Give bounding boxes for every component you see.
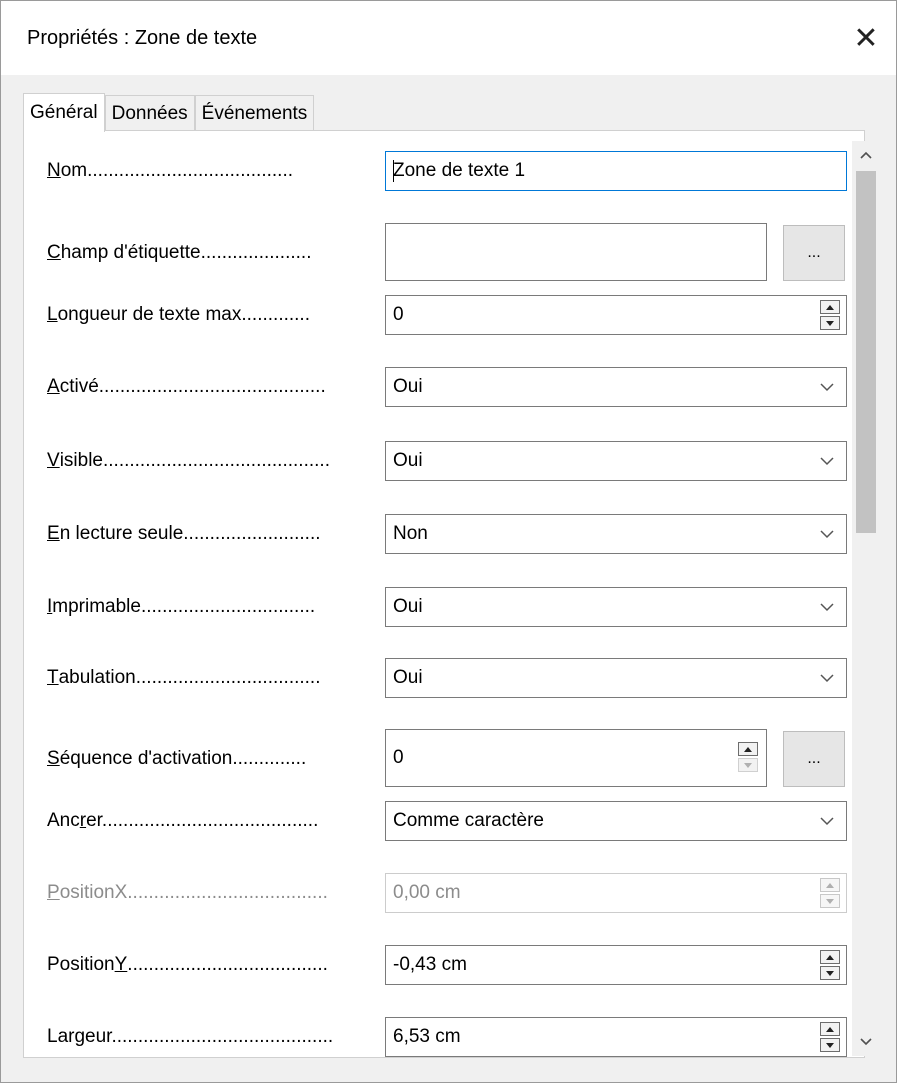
champ-etiquette-input[interactable]: [385, 223, 767, 281]
properties-dialog: Propriétés : Zone de texte ✕ Général Don…: [0, 0, 897, 1083]
scroll-down-icon[interactable]: [852, 1028, 880, 1056]
lecture-seule-label: En lecture seule........................…: [47, 523, 321, 544]
spin-up-icon[interactable]: [820, 1022, 840, 1036]
tab-evenements[interactable]: Événements: [194, 95, 315, 132]
spin-up-icon[interactable]: [820, 300, 840, 314]
row-longueur: Longueur de texte max............. 0: [24, 295, 854, 335]
ancrer-label: Anc r er..................................…: [47, 810, 319, 831]
spin-down-icon: [820, 894, 840, 908]
visible-select[interactable]: Oui: [385, 441, 847, 481]
scrollbar-thumb[interactable]: [856, 171, 876, 533]
tabulation-select[interactable]: Oui: [385, 658, 847, 698]
spin-up-icon[interactable]: [820, 950, 840, 964]
chevron-down-icon[interactable]: [813, 807, 841, 835]
position-x-spinner: [820, 878, 840, 908]
row-champ-etiquette: Champ d'étiquette..................... .…: [24, 223, 854, 283]
row-active: Activé..................................…: [24, 367, 854, 407]
sequence-browse-button[interactable]: ...: [783, 731, 845, 787]
vertical-scrollbar[interactable]: [852, 141, 880, 1056]
spin-down-icon[interactable]: [820, 1038, 840, 1052]
lecture-seule-select[interactable]: Non: [385, 514, 847, 554]
title-bar: Propriétés : Zone de texte ✕: [1, 1, 896, 75]
tab-donnees[interactable]: Données: [104, 95, 195, 132]
chevron-down-icon[interactable]: [813, 520, 841, 548]
chevron-down-icon[interactable]: [813, 373, 841, 401]
row-nom: Nom.....................................…: [24, 151, 854, 191]
largeur-spinner[interactable]: [820, 1022, 840, 1052]
largeur-label: Largeur.................................…: [47, 1026, 334, 1047]
active-label: Activé..................................…: [47, 376, 326, 397]
tabulation-label: Tabulation..............................…: [47, 667, 321, 688]
position-y-label: Position Y...............................…: [47, 954, 328, 975]
chevron-down-icon[interactable]: [813, 664, 841, 692]
largeur-spin-field[interactable]: 6,53 cm: [385, 1017, 847, 1057]
champ-etiquette-browse-button[interactable]: ...: [783, 225, 845, 281]
sequence-spinner[interactable]: [738, 742, 758, 772]
close-button[interactable]: ✕: [836, 1, 896, 75]
nom-label: Nom.....................................…: [47, 160, 294, 181]
longueur-spinner[interactable]: [820, 300, 840, 330]
longueur-label: Longueur de texte max.............: [47, 304, 310, 325]
scroll-up-icon[interactable]: [852, 141, 880, 169]
row-largeur: Largeur.................................…: [24, 1017, 854, 1057]
spin-up-icon: [820, 878, 840, 892]
tab-general[interactable]: Général: [23, 93, 105, 132]
position-x-label: PositionX...............................…: [47, 882, 328, 903]
row-visible: Visible.................................…: [24, 441, 854, 481]
row-ancrer: Anc r er..................................…: [24, 801, 854, 841]
close-icon: ✕: [853, 21, 879, 55]
row-tabulation: Tabulation..............................…: [24, 658, 854, 698]
position-y-spin-field[interactable]: -0,43 cm: [385, 945, 847, 985]
position-x-spin-field: 0,00 cm: [385, 873, 847, 913]
row-imprimable: Imprimable..............................…: [24, 587, 854, 627]
row-sequence: Séquence d'activation.............. 0 ..…: [24, 729, 854, 789]
spin-down-icon[interactable]: [820, 966, 840, 980]
row-position-x: PositionX...............................…: [24, 873, 854, 913]
imprimable-label: Imprimable..............................…: [47, 596, 316, 617]
spin-down-icon[interactable]: [820, 316, 840, 330]
chevron-down-icon[interactable]: [813, 447, 841, 475]
sequence-label: Séquence d'activation..............: [47, 748, 307, 769]
spin-up-icon[interactable]: [738, 742, 758, 756]
imprimable-select[interactable]: Oui: [385, 587, 847, 627]
row-lecture-seule: En lecture seule........................…: [24, 514, 854, 554]
position-y-spinner[interactable]: [820, 950, 840, 980]
longueur-spin-field[interactable]: 0: [385, 295, 847, 335]
spin-down-icon[interactable]: [738, 758, 758, 772]
active-select[interactable]: Oui: [385, 367, 847, 407]
ancrer-select[interactable]: Comme caractère: [385, 801, 847, 841]
general-panel: Nom.....................................…: [23, 130, 865, 1058]
nom-input[interactable]: Zone de texte 1: [385, 151, 847, 191]
row-position-y: Position Y...............................…: [24, 945, 854, 985]
dialog-title: Propriétés : Zone de texte: [27, 27, 258, 49]
visible-label: Visible.................................…: [47, 450, 330, 471]
tab-bar: Général Données Événements: [23, 93, 315, 132]
champ-etiquette-label: Champ d'étiquette.....................: [47, 242, 312, 263]
chevron-down-icon[interactable]: [813, 593, 841, 621]
sequence-spin-field[interactable]: 0: [385, 729, 767, 787]
